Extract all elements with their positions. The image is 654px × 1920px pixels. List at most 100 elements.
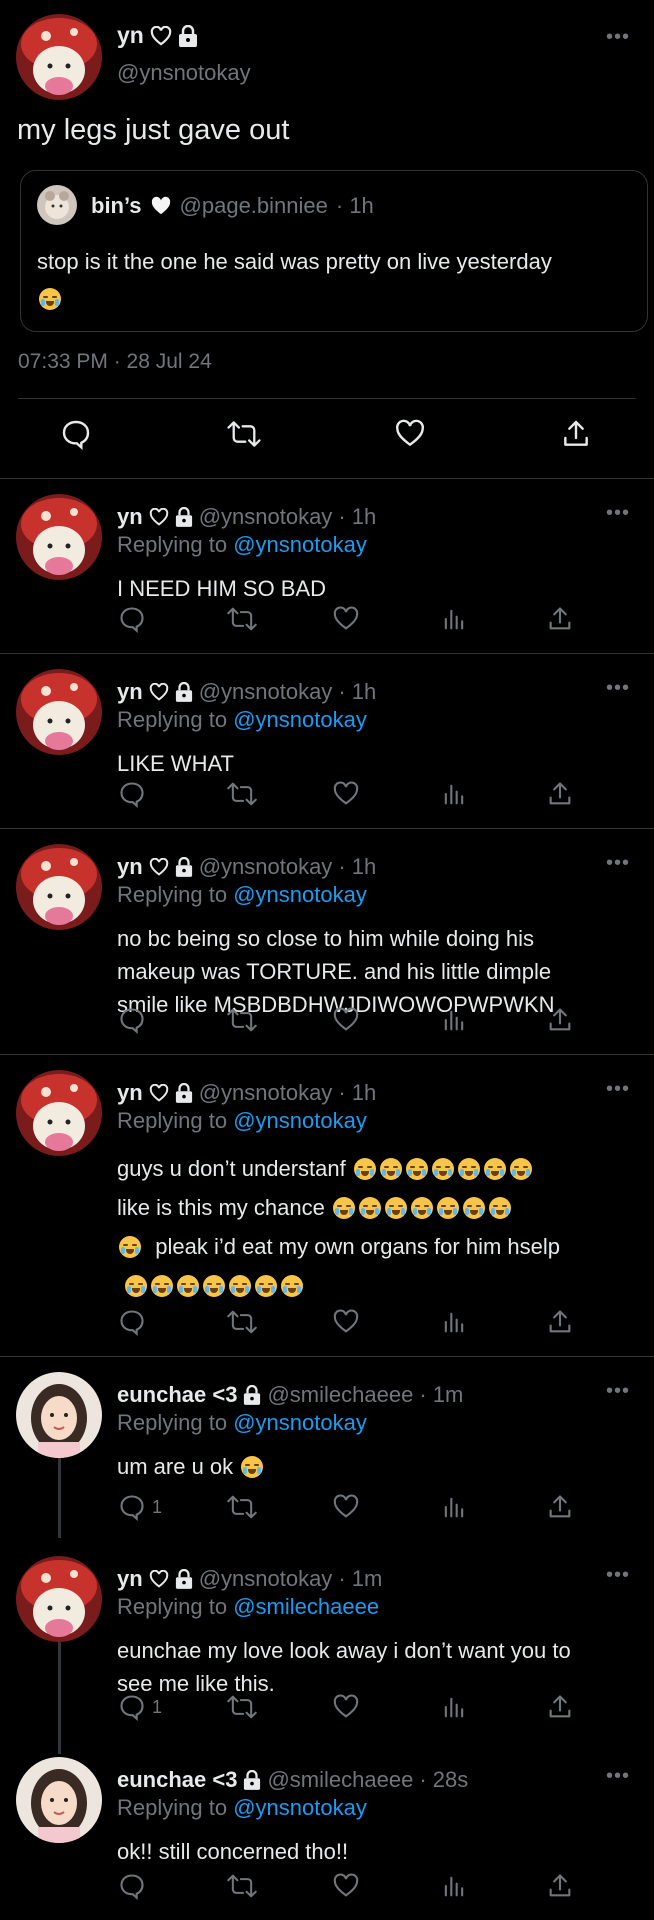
replying-to-handle[interactable]: @ynsnotokay (233, 882, 367, 907)
share-icon[interactable] (546, 1693, 574, 1721)
author-handle[interactable]: @ynsnotokay (199, 854, 333, 880)
reply-text: eunchae my love look away i don’t want y… (117, 1638, 571, 1696)
reply-tweet[interactable]: eunchae <3 @smilechaeee · 1m ••• Replying to… (0, 1358, 654, 1541)
share-icon[interactable] (560, 418, 592, 450)
comment-icon[interactable] (118, 780, 146, 808)
views-icon[interactable] (440, 1693, 468, 1721)
retweet-icon[interactable] (226, 605, 258, 633)
share-icon[interactable] (546, 780, 574, 808)
reply-time[interactable]: · 1m (419, 1382, 463, 1408)
comment-icon[interactable]: 1 (118, 1493, 162, 1521)
share-icon[interactable] (546, 1493, 574, 1521)
reply-actions: 1 (0, 1493, 654, 1527)
like-icon[interactable] (332, 1693, 360, 1721)
comment-icon[interactable] (118, 1872, 146, 1900)
comment-icon[interactable]: 1 (118, 1693, 162, 1721)
like-icon[interactable] (332, 780, 360, 808)
tweet-timestamp[interactable]: 07:33 PM · 28 Jul 24 (18, 350, 212, 374)
reply-tweet[interactable]: yn @ynsnotokay · 1h ••• Replying to @ynsnoto… (0, 480, 654, 654)
avatar[interactable] (16, 669, 102, 755)
retweet-icon[interactable] (226, 780, 258, 808)
replying-to-handle[interactable]: @ynsnotokay (233, 1410, 367, 1435)
avatar[interactable] (16, 1757, 102, 1843)
avatar[interactable] (16, 1556, 102, 1642)
retweet-icon[interactable] (226, 1493, 258, 1521)
reply-time[interactable]: · 28s (419, 1767, 468, 1793)
views-icon[interactable] (440, 780, 468, 808)
replying-to-handle[interactable]: @ynsnotokay (233, 707, 367, 732)
avatar[interactable] (16, 14, 102, 100)
reply-tweet[interactable]: yn @ynsnotokay · 1h ••• Replying to @ynsnoto… (0, 830, 654, 1055)
reply-tweet[interactable]: yn @ynsnotokay · 1m ••• Replying to @smilech… (0, 1542, 654, 1741)
author-handle[interactable]: @smilechaeee (267, 1767, 413, 1793)
loudly-crying-emoji (39, 288, 61, 310)
author-name[interactable]: yn (117, 854, 143, 880)
replying-to-handle[interactable]: @ynsnotokay (233, 532, 367, 557)
more-icon[interactable]: ••• (606, 26, 630, 49)
comment-icon[interactable] (118, 1308, 146, 1336)
like-icon[interactable] (332, 1006, 360, 1034)
avatar[interactable] (16, 844, 102, 930)
more-icon[interactable]: ••• (606, 1564, 630, 1587)
author-handle[interactable]: @ynsnotokay (117, 60, 251, 86)
views-icon[interactable] (440, 1308, 468, 1336)
reply-tweet[interactable]: yn @ynsnotokay · 1h ••• Replying to @ynsnoto… (0, 1056, 654, 1357)
replying-to-handle[interactable]: @smilechaeee (233, 1594, 379, 1619)
author-name[interactable]: yn (117, 504, 143, 530)
author-handle[interactable]: @smilechaeee (267, 1382, 413, 1408)
share-icon[interactable] (546, 1872, 574, 1900)
comment-icon[interactable] (118, 1006, 146, 1034)
reply-time[interactable]: · 1m (338, 1566, 382, 1592)
avatar[interactable] (16, 494, 102, 580)
author-handle[interactable]: @ynsnotokay (199, 1080, 333, 1106)
reply-time[interactable]: · 1h (338, 1080, 376, 1106)
replying-to-handle[interactable]: @ynsnotokay (233, 1795, 367, 1820)
author-handle[interactable]: @ynsnotokay (199, 679, 333, 705)
author-name[interactable]: yn (117, 1566, 143, 1592)
share-icon[interactable] (546, 1006, 574, 1034)
avatar[interactable] (16, 1372, 102, 1458)
reply-time[interactable]: · 1h (338, 504, 376, 530)
more-icon[interactable]: ••• (606, 1380, 630, 1403)
more-icon[interactable]: ••• (606, 852, 630, 875)
retweet-icon[interactable] (226, 1006, 258, 1034)
like-icon[interactable] (332, 605, 360, 633)
author-name[interactable]: eunchae <3 (117, 1382, 237, 1408)
like-icon[interactable] (332, 1493, 360, 1521)
retweet-icon[interactable] (226, 1308, 258, 1336)
like-icon[interactable] (332, 1308, 360, 1336)
like-icon[interactable] (332, 1872, 360, 1900)
more-icon[interactable]: ••• (606, 1078, 630, 1101)
author-handle[interactable]: @ynsnotokay (199, 504, 333, 530)
views-icon[interactable] (440, 1872, 468, 1900)
more-icon[interactable]: ••• (606, 1765, 630, 1788)
author-handle[interactable]: @ynsnotokay (199, 1566, 333, 1592)
retweet-icon[interactable] (226, 1872, 258, 1900)
author-name[interactable]: yn (117, 22, 144, 49)
views-icon[interactable] (440, 605, 468, 633)
share-icon[interactable] (546, 605, 574, 633)
replying-to-handle[interactable]: @ynsnotokay (233, 1108, 367, 1133)
loudly-crying-emoji (483, 1158, 506, 1180)
reply-time[interactable]: · 1h (338, 679, 376, 705)
author-name[interactable]: yn (117, 1080, 143, 1106)
reply-time[interactable]: · 1h (338, 854, 376, 880)
views-icon[interactable] (440, 1493, 468, 1521)
comment-icon[interactable] (60, 418, 92, 450)
author-name[interactable]: eunchae <3 (117, 1767, 237, 1793)
author-name[interactable]: yn (117, 679, 143, 705)
like-icon[interactable] (394, 418, 426, 450)
reply-tweet[interactable]: yn @ynsnotokay · 1h ••• Replying to @ynsnoto… (0, 655, 654, 829)
retweet-icon[interactable] (226, 418, 262, 450)
comment-icon[interactable] (118, 605, 146, 633)
lock-icon (175, 1083, 193, 1103)
more-icon[interactable]: ••• (606, 677, 630, 700)
heart-outline-icon (149, 683, 169, 701)
reply-tweet[interactable]: eunchae <3 @smilechaeee · 28s ••• Replying t… (0, 1743, 654, 1920)
more-icon[interactable]: ••• (606, 502, 630, 525)
retweet-icon[interactable] (226, 1693, 258, 1721)
share-icon[interactable] (546, 1308, 574, 1336)
views-icon[interactable] (440, 1006, 468, 1034)
avatar[interactable] (16, 1070, 102, 1156)
quote-tweet[interactable]: bin’s @page.binniee · 1h stop is it the … (20, 170, 648, 332)
